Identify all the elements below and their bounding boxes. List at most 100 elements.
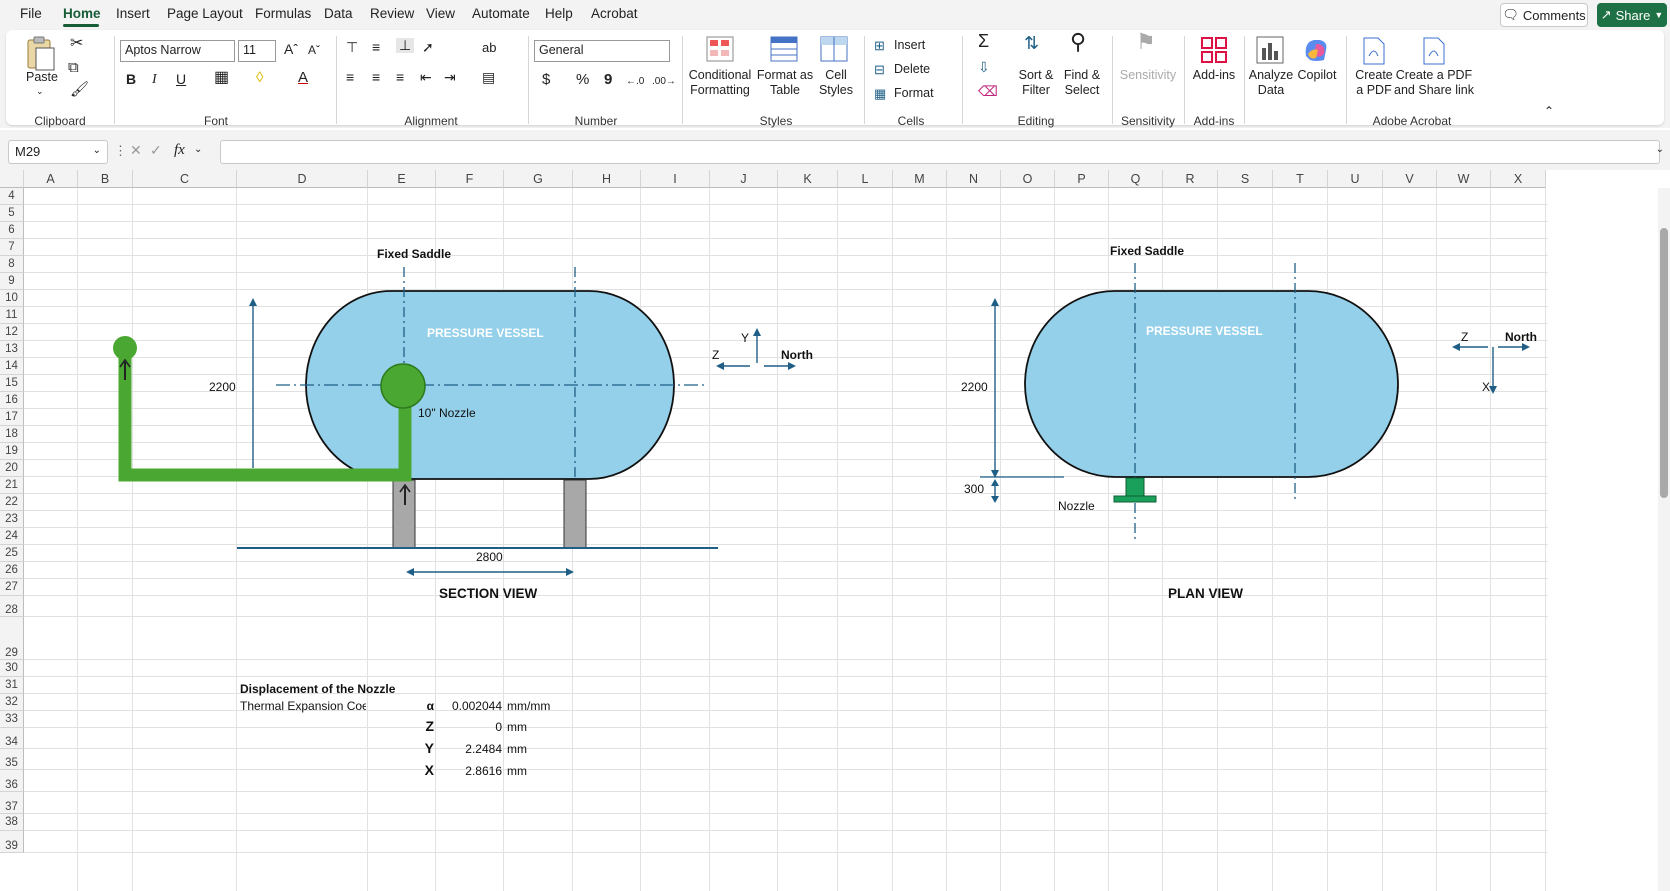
currency-button[interactable]: $ xyxy=(542,72,550,87)
add-ins-icon[interactable] xyxy=(1200,36,1228,64)
table-row-unit[interactable]: mm xyxy=(507,742,527,756)
menu-automate[interactable]: Automate xyxy=(472,6,530,21)
fill-color-icon[interactable]: ◊ xyxy=(256,70,263,85)
scrollbar-thumb[interactable] xyxy=(1660,228,1668,498)
align-right-icon[interactable]: ≡ xyxy=(396,70,404,85)
align-top-icon[interactable]: ⊤ xyxy=(346,40,358,55)
fill-icon[interactable]: ⇩ xyxy=(978,60,990,75)
wrap-text-icon[interactable]: ab xyxy=(482,40,496,55)
collapse-ribbon-icon[interactable]: ⌃ xyxy=(1544,104,1554,119)
font-name-select[interactable]: Aptos Narrow xyxy=(120,40,235,62)
menu-page-layout[interactable]: Page Layout xyxy=(167,6,243,21)
sliding-saddle[interactable] xyxy=(563,479,587,549)
shrink-font-icon[interactable]: Aˇ xyxy=(308,43,320,58)
table-row-value[interactable]: 0 xyxy=(437,720,502,734)
pressure-vessel-shape[interactable] xyxy=(1024,290,1399,478)
increase-decimal-icon[interactable]: ←.0 xyxy=(626,74,644,89)
chevron-down-icon[interactable]: ⌄ xyxy=(36,84,44,99)
conditional-formatting-icon[interactable] xyxy=(706,36,734,62)
menu-review[interactable]: Review xyxy=(370,6,414,21)
menu-formulas[interactable]: Formulas xyxy=(255,6,311,21)
sort-filter-button[interactable]: Sort & Filter xyxy=(1012,68,1060,98)
table-row-value[interactable]: 2.2484 xyxy=(437,742,502,756)
font-size-select[interactable]: 11 xyxy=(238,40,276,62)
expand-formula-icon[interactable]: ⌄ xyxy=(1656,144,1664,155)
align-middle-icon[interactable]: ≡ xyxy=(372,40,380,55)
copilot-icon[interactable] xyxy=(1302,36,1330,64)
vertical-scrollbar[interactable] xyxy=(1658,188,1670,891)
cell-styles-button[interactable]: Cell Styles xyxy=(814,68,858,98)
menu-acrobat[interactable]: Acrobat xyxy=(591,6,638,21)
format-painter-icon[interactable]: 🖌 xyxy=(70,82,89,97)
autosum-icon[interactable]: Σ xyxy=(978,32,989,50)
nozzle-flange[interactable] xyxy=(1113,495,1157,503)
menu-home[interactable]: Home xyxy=(63,6,101,21)
menu-help[interactable]: Help xyxy=(545,6,573,21)
insert-cells-button[interactable]: Insert xyxy=(894,38,925,53)
delete-cells-button[interactable]: Delete xyxy=(894,62,930,77)
confirm-icon[interactable]: ✓ xyxy=(150,142,162,159)
orientation-icon[interactable]: ➚ xyxy=(422,40,434,55)
table-row-symbol[interactable]: Y xyxy=(416,740,434,756)
menu-data[interactable]: Data xyxy=(324,6,353,21)
align-bottom-icon[interactable]: ⊥ xyxy=(396,38,415,53)
formula-input[interactable] xyxy=(220,140,1660,164)
align-center-icon[interactable]: ≡ xyxy=(372,70,380,85)
decrease-indent-icon[interactable]: ⇤ xyxy=(420,70,432,85)
sensitivity-icon[interactable]: ⚑ xyxy=(1136,31,1156,53)
format-as-table-icon[interactable] xyxy=(770,36,798,62)
align-left-icon[interactable]: ≡ xyxy=(346,70,354,85)
grow-font-icon[interactable]: Aˆ xyxy=(284,42,298,57)
conditional-formatting-button[interactable]: Conditional Formatting xyxy=(684,68,756,98)
pipe-end[interactable] xyxy=(113,336,137,360)
table-row-label[interactable]: Thermal Expansion Coeffi xyxy=(240,699,366,713)
format-cells-button[interactable]: Format xyxy=(894,86,934,101)
menu-view[interactable]: View xyxy=(426,6,455,21)
sensitivity-button[interactable]: Sensitivity xyxy=(1116,68,1180,83)
chevron-down-icon[interactable]: ⌄ xyxy=(194,144,202,155)
create-pdf-icon[interactable] xyxy=(1362,36,1386,66)
table-row-value[interactable]: 2.8616 xyxy=(437,764,502,778)
menu-file[interactable]: File xyxy=(20,6,42,21)
nozzle-neck[interactable] xyxy=(1125,477,1145,497)
share-pdf-icon[interactable] xyxy=(1422,36,1446,66)
delete-cells-icon[interactable]: ⊟ xyxy=(874,62,885,77)
table-row-symbol[interactable]: Z xyxy=(416,718,434,734)
table-row-symbol[interactable]: X xyxy=(416,762,434,778)
format-as-table-button[interactable]: Format as Table xyxy=(756,68,814,98)
comma-button[interactable]: 9 xyxy=(604,72,612,87)
insert-cells-icon[interactable]: ⊞ xyxy=(874,38,885,53)
nozzle-circle[interactable] xyxy=(380,363,426,409)
paste-button[interactable]: Paste xyxy=(24,70,60,85)
percent-button[interactable]: % xyxy=(576,72,589,87)
name-box[interactable]: M29 ⌄ xyxy=(8,140,108,164)
decrease-decimal-icon[interactable]: .00→ xyxy=(652,74,676,89)
table-row-symbol[interactable]: α xyxy=(416,699,434,713)
analyze-data-button[interactable]: Analyze Data xyxy=(1246,68,1296,98)
add-ins-button[interactable]: Add-ins xyxy=(1188,68,1240,83)
copilot-button[interactable]: Copilot xyxy=(1294,68,1340,83)
increase-indent-icon[interactable]: ⇥ xyxy=(444,70,456,85)
comments-button[interactable]: 🗨 Comments xyxy=(1500,3,1588,27)
cut-icon[interactable]: ✂ xyxy=(70,36,83,52)
table-row-unit[interactable]: mm xyxy=(507,764,527,778)
borders-icon[interactable]: ▦ xyxy=(214,70,229,86)
font-color-icon[interactable]: A xyxy=(298,70,308,85)
italic-button[interactable]: I xyxy=(152,72,157,87)
spreadsheet-grid[interactable]: A B C D E F G H I J K L M N O P Q R S T U V W X 4 5 6 7 8 9 10 11 12 13 14… xyxy=(0,170,1670,891)
cell-styles-icon[interactable] xyxy=(820,36,848,62)
bold-button[interactable]: B xyxy=(126,72,136,87)
paste-icon[interactable] xyxy=(24,36,56,72)
table-row-value[interactable]: 0.002044 xyxy=(437,699,502,713)
sort-filter-icon[interactable]: ⇅ xyxy=(1024,34,1039,52)
copy-icon[interactable]: ⧉ xyxy=(68,60,79,75)
menu-insert[interactable]: Insert xyxy=(116,6,150,21)
merge-icon[interactable]: ▤ xyxy=(482,70,495,85)
number-format-select[interactable]: General xyxy=(534,40,670,62)
table-row-unit[interactable]: mm/mm xyxy=(507,699,550,713)
insert-function-icon[interactable]: fx xyxy=(174,142,185,159)
cancel-icon[interactable]: ✕ xyxy=(130,142,142,159)
share-pdf-button[interactable]: Create a PDF and Share link xyxy=(1388,68,1480,98)
underline-button[interactable]: U xyxy=(176,72,186,87)
chevron-down-icon[interactable]: ⌄ xyxy=(93,145,101,156)
